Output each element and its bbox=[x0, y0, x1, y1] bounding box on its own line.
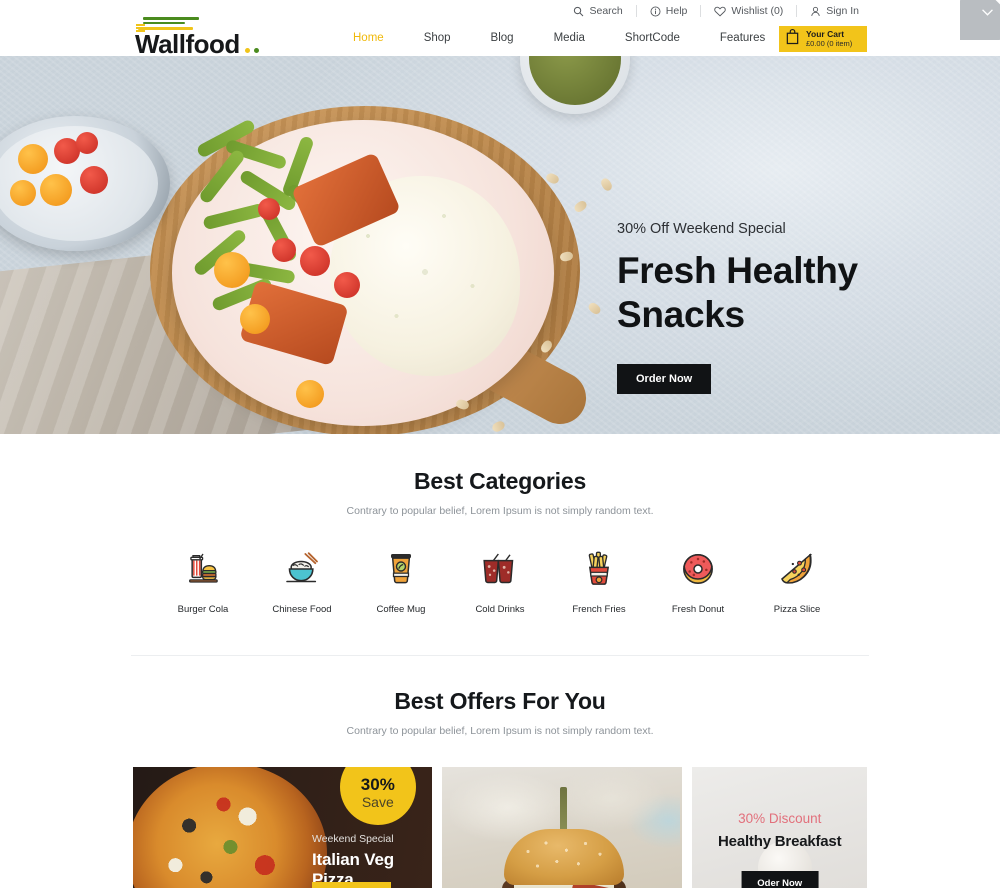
burger-cola-icon bbox=[160, 547, 246, 589]
corner-toggle[interactable] bbox=[960, 0, 1000, 40]
heart-icon bbox=[714, 6, 727, 17]
page-root: Wallfood Search Help Wishlist (0) Sign I… bbox=[0, 0, 1000, 888]
coffee-cup-icon bbox=[358, 547, 444, 589]
category-item-coffee-mug[interactable]: Coffee Mug bbox=[358, 547, 444, 615]
category-label: Fresh Donut bbox=[671, 604, 725, 615]
category-item-chinese-food[interactable]: Chinese Food bbox=[259, 547, 345, 615]
logo-dot-green bbox=[254, 48, 259, 53]
hero-order-now-button[interactable]: Order Now bbox=[617, 364, 712, 395]
user-icon bbox=[810, 6, 821, 17]
nav-item-shop[interactable]: Shop bbox=[404, 32, 471, 44]
offer-cards: 30% Save Weekend Special Italian Veg Piz… bbox=[0, 767, 1000, 888]
pizza-slice-icon bbox=[754, 547, 840, 589]
hero-title-line1: Fresh Healthy bbox=[617, 250, 858, 291]
categories-subtitle: Contrary to popular belief, Lorem Ipsum … bbox=[346, 505, 654, 517]
category-label: French Fries bbox=[572, 604, 626, 615]
category-item-cold-drinks[interactable]: Cold Drinks bbox=[457, 547, 543, 615]
best-categories-section: Best Categories Contrary to popular beli… bbox=[0, 434, 1000, 615]
soda-glasses-icon bbox=[457, 547, 543, 589]
offer-card-pizza[interactable]: 30% Save Weekend Special Italian Veg Piz… bbox=[133, 767, 432, 888]
noodle-bowl-icon bbox=[259, 547, 345, 589]
cart-button[interactable]: Your Cart £0.00 (0 item) bbox=[779, 26, 867, 52]
knife-icon-line2 bbox=[143, 22, 185, 24]
donut-icon bbox=[655, 547, 741, 589]
help-link[interactable]: Help bbox=[637, 5, 701, 17]
hero-copy: 30% Off Weekend Special Fresh Healthy Sn… bbox=[617, 221, 858, 395]
nav-item-home[interactable]: Home bbox=[333, 32, 404, 44]
category-label: Pizza Slice bbox=[773, 604, 821, 615]
fries-icon bbox=[556, 547, 642, 589]
hero-title-line2: Snacks bbox=[617, 293, 745, 335]
breakfast-name: Healthy Breakfast bbox=[718, 833, 842, 850]
search-icon bbox=[573, 6, 584, 17]
cart-summary: £0.00 (0 item) bbox=[806, 38, 853, 48]
nav-item-shortcode[interactable]: ShortCode bbox=[605, 32, 700, 44]
save-word: Save bbox=[361, 793, 394, 810]
breakfast-discount: 30% Discount bbox=[738, 811, 822, 826]
search-label: Search bbox=[589, 5, 623, 17]
logo-dot-yellow bbox=[245, 48, 250, 53]
nav-item-features[interactable]: Features bbox=[700, 32, 785, 44]
nav-item-blog[interactable]: Blog bbox=[471, 32, 534, 44]
offers-subtitle: Contrary to popular belief, Lorem Ipsum … bbox=[346, 725, 654, 737]
offers-title: Best Offers For You bbox=[394, 688, 606, 714]
top-utility-links: Search Help Wishlist (0) Sign In bbox=[560, 5, 872, 17]
category-item-french-fries[interactable]: French Fries bbox=[556, 547, 642, 615]
signin-link[interactable]: Sign In bbox=[797, 5, 872, 17]
pizza-order-now-button[interactable]: Order Now bbox=[312, 882, 391, 888]
categories-title: Best Categories bbox=[413, 468, 587, 494]
offer-card-burger[interactable] bbox=[441, 767, 683, 888]
category-label: Chinese Food bbox=[272, 604, 332, 615]
hero-banner: 30% Off Weekend Special Fresh Healthy Sn… bbox=[0, 56, 1000, 434]
wishlist-label: Wishlist (0) bbox=[731, 5, 784, 17]
category-label: Coffee Mug bbox=[376, 604, 426, 615]
category-item-pizza-slice[interactable]: Pizza Slice bbox=[754, 547, 840, 615]
info-icon bbox=[650, 6, 661, 17]
shopping-bag-icon bbox=[785, 28, 800, 50]
category-list: Burger Cola Chinese Food Coffee Mug Cold… bbox=[0, 547, 1000, 615]
category-item-fresh-donut[interactable]: Fresh Donut bbox=[655, 547, 741, 615]
best-offers-section: Best Offers For You Contrary to popular … bbox=[0, 656, 1000, 888]
knife-icon bbox=[143, 17, 199, 20]
nav-item-media[interactable]: Media bbox=[534, 32, 605, 44]
search-link[interactable]: Search bbox=[560, 5, 635, 17]
signin-label: Sign In bbox=[826, 5, 859, 17]
burger-bun bbox=[503, 829, 624, 885]
category-label: Burger Cola bbox=[177, 604, 229, 615]
site-logo[interactable]: Wallfood bbox=[133, 6, 303, 59]
save-percent: 30% bbox=[360, 774, 395, 794]
hero-eyebrow: 30% Off Weekend Special bbox=[617, 221, 786, 237]
offer-card-breakfast[interactable]: 30% Discount Healthy Breakfast Oder Now bbox=[692, 767, 867, 888]
pizza-kicker: Weekend Special bbox=[312, 833, 394, 845]
site-header: Wallfood Search Help Wishlist (0) Sign I… bbox=[0, 0, 1000, 59]
help-label: Help bbox=[665, 5, 688, 17]
category-item-burger-cola[interactable]: Burger Cola bbox=[160, 547, 246, 615]
category-label: Cold Drinks bbox=[475, 604, 525, 615]
wishlist-link[interactable]: Wishlist (0) bbox=[701, 5, 796, 17]
breakfast-order-now-button[interactable]: Oder Now bbox=[741, 871, 819, 888]
